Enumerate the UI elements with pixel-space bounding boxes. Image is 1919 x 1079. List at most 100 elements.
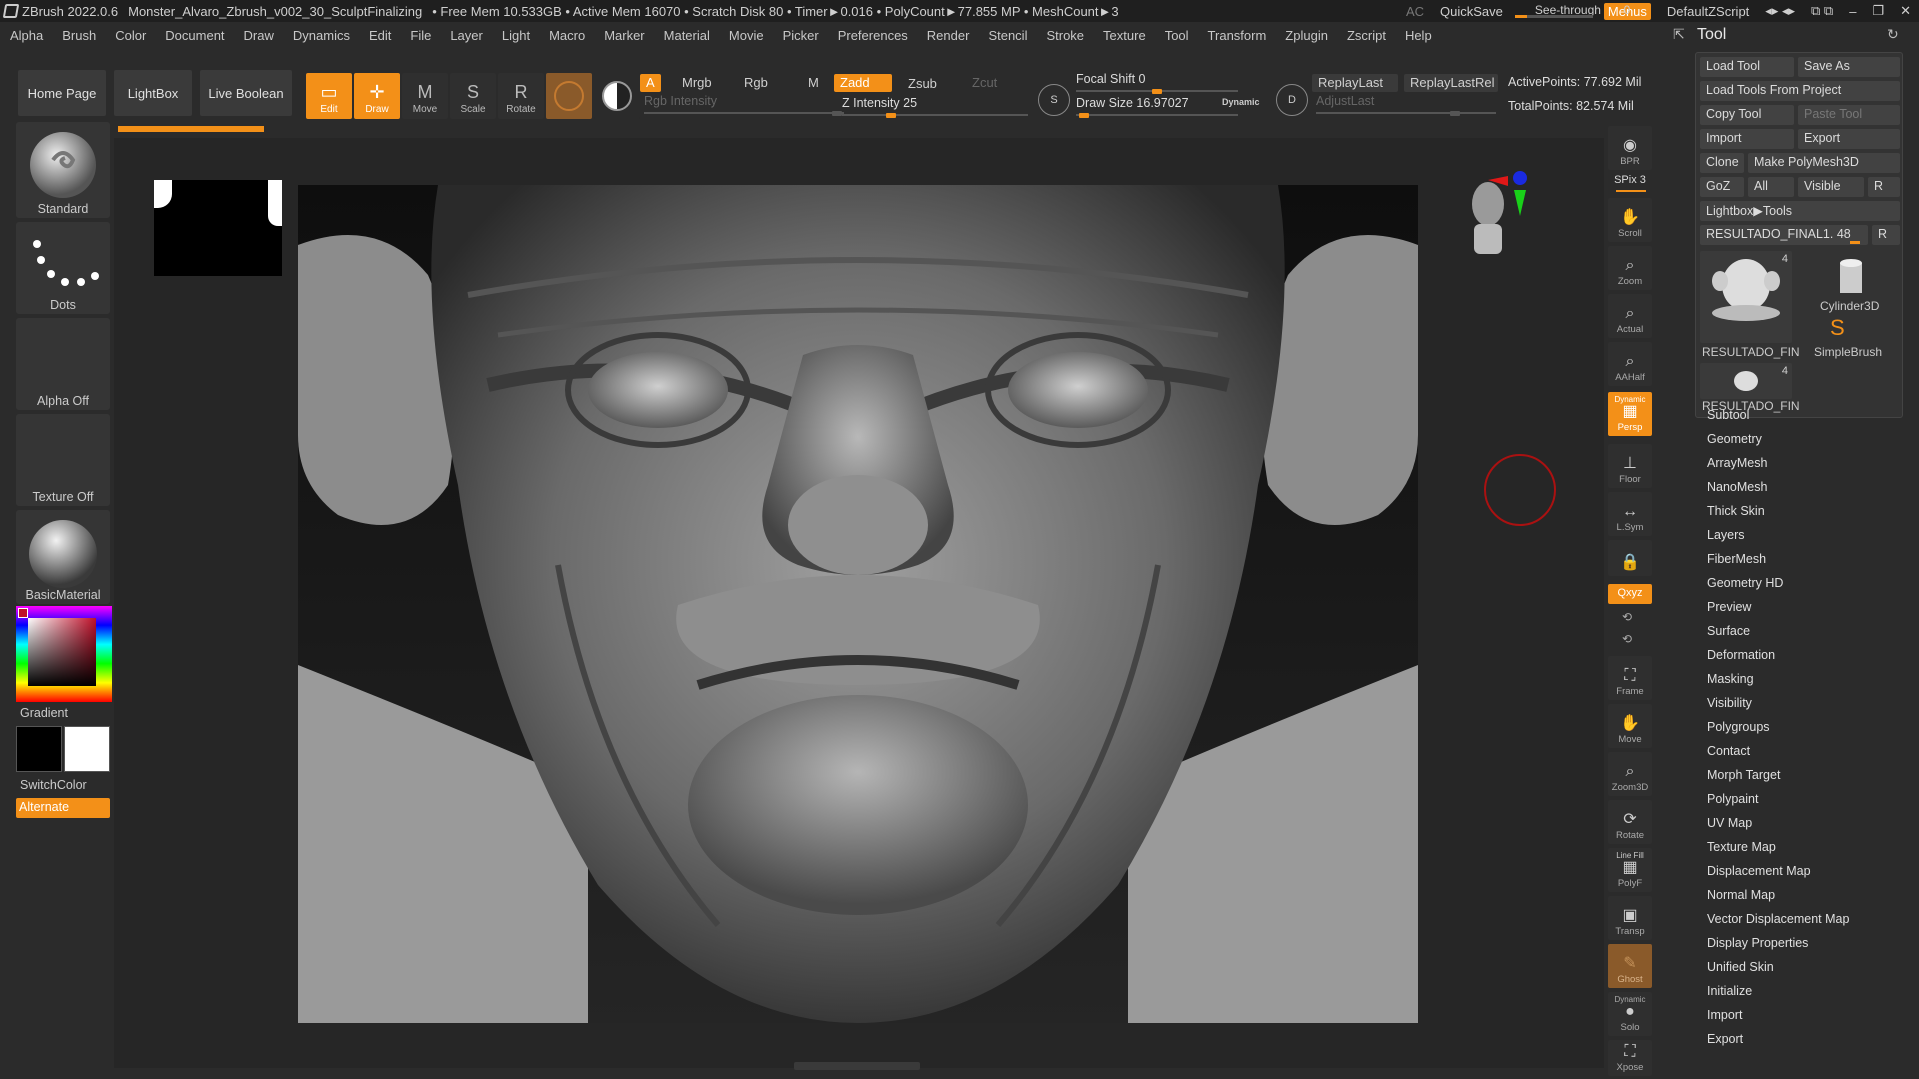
adjust-last-slider[interactable]: AdjustLast [1316, 94, 1496, 116]
focal-shift-slider[interactable]: Focal Shift 0 [1076, 72, 1238, 94]
close-icon[interactable]: ✕ [1900, 3, 1911, 19]
zadd-toggle[interactable]: Zadd [834, 74, 892, 92]
menu-zscript[interactable]: Zscript [1347, 28, 1386, 43]
zcut-toggle[interactable]: Zcut [966, 74, 1003, 92]
material-slot[interactable]: BasicMaterial [16, 510, 110, 604]
subpalette-geometry-hd[interactable]: Geometry HD [1707, 576, 1783, 590]
subpalette-displacement-map[interactable]: Displacement Map [1707, 864, 1811, 878]
menu-color[interactable]: Color [115, 28, 146, 43]
draw-mode-button[interactable]: ✛ Draw [354, 73, 400, 119]
gradient-label[interactable]: Gradient [20, 706, 68, 720]
subpalette-texture-map[interactable]: Texture Map [1707, 840, 1776, 854]
menu-texture[interactable]: Texture [1103, 28, 1146, 43]
clone-button[interactable]: Clone [1700, 153, 1744, 173]
z-intensity-slider[interactable]: Z Intensity 25 [842, 96, 1028, 118]
lightbox-button[interactable]: LightBox [114, 70, 192, 116]
subpalette-import[interactable]: Import [1707, 1008, 1742, 1022]
current-tool-r-button[interactable]: R [1872, 225, 1900, 245]
tool-thumb-resultado-1[interactable]: 4 [1700, 251, 1792, 343]
menu-preferences[interactable]: Preferences [838, 28, 908, 43]
secondary-color-swatch[interactable] [64, 726, 110, 772]
scroll-button[interactable]: ✋ Scroll [1608, 198, 1652, 242]
rotate-view-button[interactable]: ⟳ Rotate [1608, 800, 1652, 844]
menu-draw[interactable]: Draw [244, 28, 274, 43]
see-through-slider[interactable]: See-through 0 [1511, 2, 1630, 20]
menu-alpha[interactable]: Alpha [10, 28, 43, 43]
rotate-mode-button[interactable]: R Rotate [498, 73, 544, 119]
subpalette-contact[interactable]: Contact [1707, 744, 1750, 758]
quicksave-button[interactable]: QuickSave [1440, 4, 1503, 19]
menu-marker[interactable]: Marker [604, 28, 644, 43]
subpalette-deformation[interactable]: Deformation [1707, 648, 1775, 662]
menu-transform[interactable]: Transform [1208, 28, 1267, 43]
spix-slider[interactable]: SPix 3 [1608, 174, 1652, 192]
m-toggle[interactable]: M [802, 74, 825, 92]
zsub-toggle[interactable]: Zsub [902, 75, 943, 93]
layout-arrows-icon[interactable]: ◂▸ ◂▸ [1765, 3, 1795, 19]
texture-off-slot[interactable]: Texture Off [16, 414, 110, 506]
aahalf-button[interactable]: ⌕ AAHalf [1608, 342, 1652, 386]
subpalette-vector-displacement-map[interactable]: Vector Displacement Map [1707, 912, 1849, 926]
subpalette-morph-target[interactable]: Morph Target [1707, 768, 1780, 782]
frame-button[interactable]: ⛶ Frame [1608, 656, 1652, 700]
subpalette-subtool[interactable]: Subtool [1707, 408, 1749, 422]
lazy-mouse-s-icon[interactable]: S [1038, 84, 1070, 116]
bpr-button[interactable]: ◉ BPR [1608, 126, 1652, 170]
stroke-dots-slot[interactable]: Dots [16, 222, 110, 314]
menu-stroke[interactable]: Stroke [1046, 28, 1084, 43]
menu-layer[interactable]: Layer [450, 28, 483, 43]
subpalette-visibility[interactable]: Visibility [1707, 696, 1752, 710]
alpha-off-slot[interactable]: Alpha Off [16, 318, 110, 410]
subpalette-fibermesh[interactable]: FiberMesh [1707, 552, 1766, 566]
menu-document[interactable]: Document [165, 28, 224, 43]
orientation-gizmo[interactable] [1468, 164, 1528, 274]
solo-button[interactable]: Dynamic ● Solo [1608, 992, 1652, 1036]
goz-r-button[interactable]: R [1868, 177, 1900, 197]
subpalette-unified-skin[interactable]: Unified Skin [1707, 960, 1774, 974]
rgb-toggle[interactable]: Rgb [738, 74, 774, 92]
primary-color-swatch[interactable] [16, 726, 62, 772]
material-sphere-button[interactable] [546, 73, 592, 119]
dynamic-toggle[interactable]: Dynamic [1222, 97, 1260, 107]
menu-movie[interactable]: Movie [729, 28, 764, 43]
goz-button[interactable]: GoZ [1700, 177, 1744, 197]
subpalette-export[interactable]: Export [1707, 1032, 1743, 1046]
default-zscript[interactable]: DefaultZScript [1667, 4, 1749, 19]
menu-stencil[interactable]: Stencil [988, 28, 1027, 43]
rotate-y-icon[interactable]: ⟲ [1622, 610, 1632, 624]
restore-icon[interactable]: ❐ [1872, 3, 1884, 19]
xpose-button[interactable]: ⛶ Xpose [1608, 1040, 1652, 1076]
minimize-icon[interactable]: – [1849, 4, 1856, 19]
rgb-intensity-slider[interactable]: Rgb Intensity [644, 94, 844, 116]
sculpt-render[interactable] [298, 185, 1418, 1023]
paste-tool-button[interactable]: Paste Tool [1798, 105, 1900, 125]
subpalette-surface[interactable]: Surface [1707, 624, 1750, 638]
menu-macro[interactable]: Macro [549, 28, 585, 43]
actual-button[interactable]: ⌕ Actual [1608, 294, 1652, 338]
load-tools-from-project-button[interactable]: Load Tools From Project [1700, 81, 1900, 101]
color-swatch-button[interactable] [594, 73, 640, 119]
brush-standard-slot[interactable]: Standard [16, 122, 110, 218]
edit-mode-button[interactable]: ▭ Edit [306, 73, 352, 119]
subpalette-preview[interactable]: Preview [1707, 600, 1751, 614]
color-picker[interactable] [16, 606, 112, 702]
live-boolean-button[interactable]: Live Boolean [200, 70, 292, 116]
menu-edit[interactable]: Edit [369, 28, 391, 43]
load-tool-button[interactable]: Load Tool [1700, 57, 1794, 77]
rotate-z-icon[interactable]: ⟲ [1622, 632, 1632, 646]
menu-render[interactable]: Render [927, 28, 970, 43]
subpalette-polygroups[interactable]: Polygroups [1707, 720, 1770, 734]
home-page-button[interactable]: Home Page [18, 70, 106, 116]
subpalette-polypaint[interactable]: Polypaint [1707, 792, 1758, 806]
alternate-toggle[interactable]: Alternate [16, 798, 110, 818]
transp-button[interactable]: ▣ Transp [1608, 896, 1652, 940]
subpalette-geometry[interactable]: Geometry [1707, 432, 1762, 446]
xyz-toggle[interactable]: Qxyz [1608, 584, 1652, 604]
menu-zplugin[interactable]: Zplugin [1285, 28, 1328, 43]
subpalette-masking[interactable]: Masking [1707, 672, 1754, 686]
subpalette-arraymesh[interactable]: ArrayMesh [1707, 456, 1767, 470]
import-button[interactable]: Import [1700, 129, 1794, 149]
cylinder3d-thumb[interactable] [1810, 257, 1890, 297]
ac-label[interactable]: AC [1406, 4, 1424, 19]
navigator-thumbnail[interactable] [154, 180, 282, 276]
